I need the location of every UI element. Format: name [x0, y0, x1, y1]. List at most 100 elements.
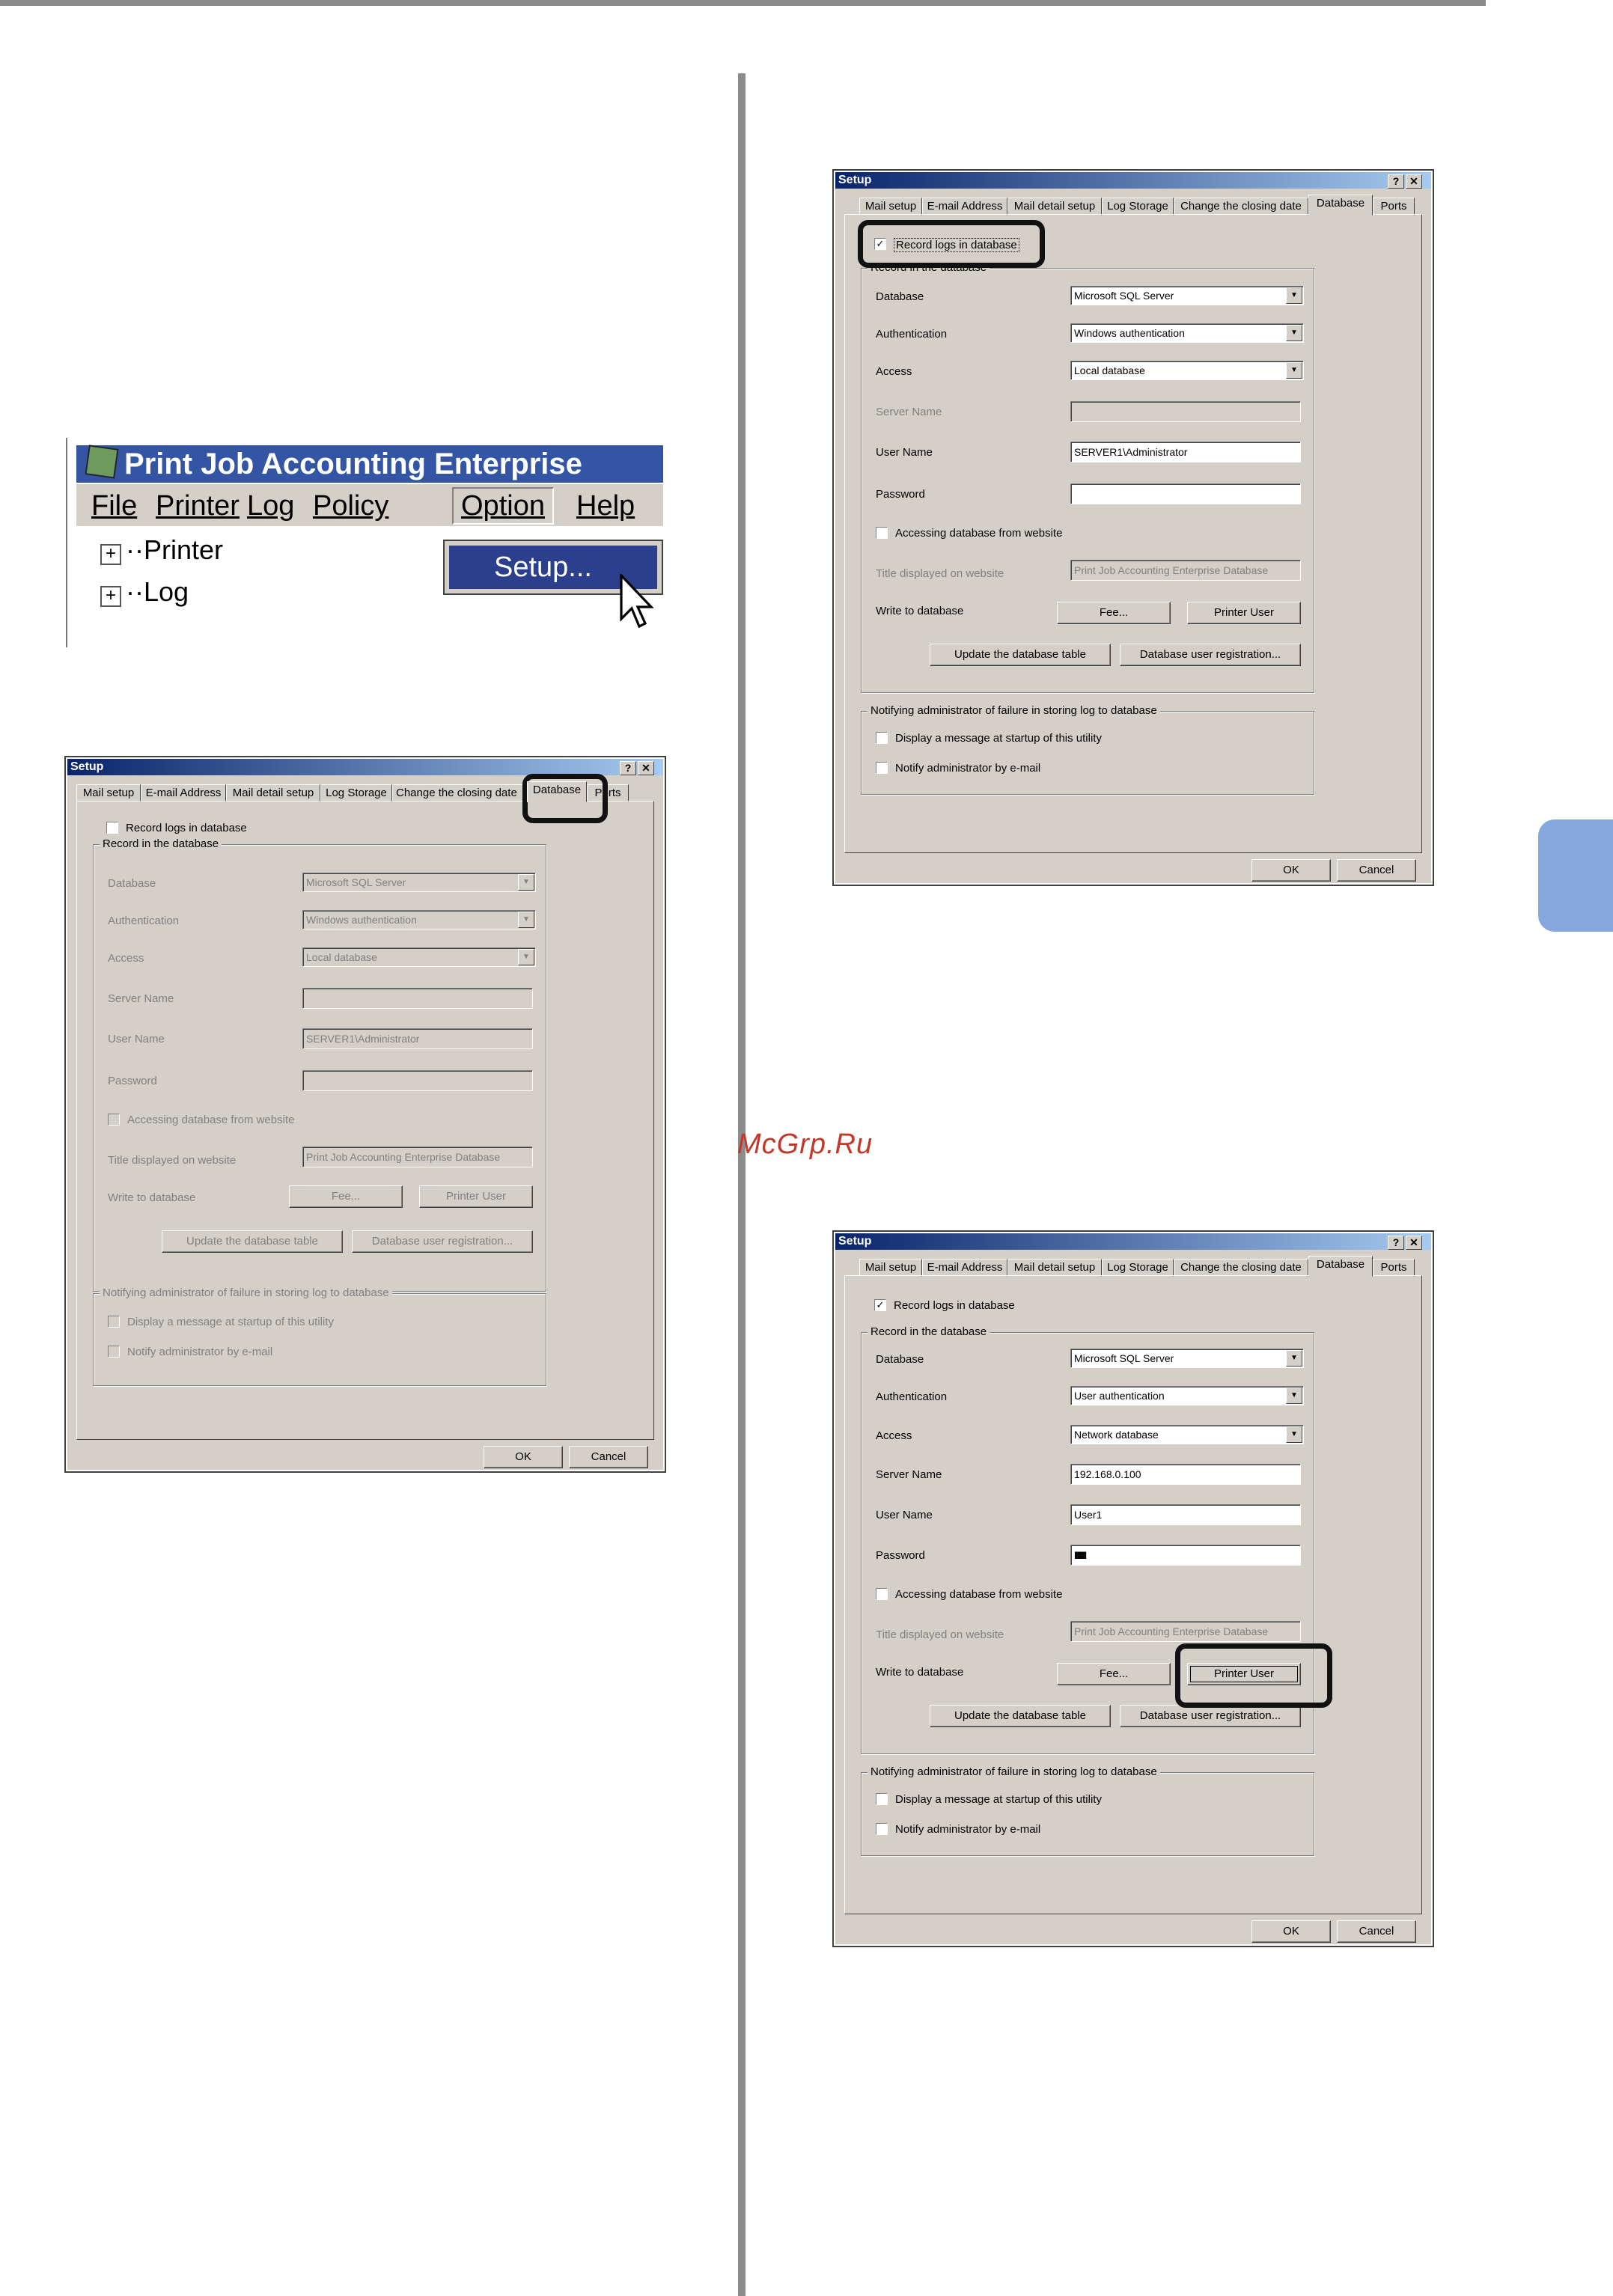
- cancel-button[interactable]: Cancel: [1337, 859, 1416, 882]
- menu-help[interactable]: Help: [576, 490, 635, 522]
- access-select[interactable]: Network database ▼: [1070, 1425, 1304, 1444]
- access-select[interactable]: Local database ▼: [1070, 361, 1304, 380]
- tab-closing-date[interactable]: Change the closing date: [1174, 1259, 1308, 1277]
- authentication-select[interactable]: Windows authentication ▼: [302, 910, 536, 929]
- user-name-field[interactable]: SERVER1\Administrator: [1070, 442, 1301, 462]
- help-icon[interactable]: ?: [620, 761, 636, 775]
- fee-button[interactable]: Fee...: [1057, 1663, 1171, 1685]
- expand-icon[interactable]: +: [100, 544, 121, 565]
- access-select[interactable]: Local database ▼: [302, 947, 536, 967]
- tab-log-storage[interactable]: Log Storage: [1102, 198, 1174, 216]
- notify-email-checkbox[interactable]: [876, 762, 888, 774]
- database-select[interactable]: Microsoft SQL Server ▼: [302, 873, 536, 892]
- tab-database[interactable]: Database: [1308, 195, 1373, 216]
- record-logs-label: Record logs in database: [894, 1299, 1015, 1312]
- user-name-field[interactable]: User1: [1070, 1504, 1301, 1525]
- chevron-down-icon[interactable]: ▼: [1286, 362, 1302, 379]
- cancel-button[interactable]: Cancel: [1337, 1920, 1416, 1943]
- notify-email-checkbox[interactable]: [108, 1346, 120, 1358]
- cancel-button[interactable]: Cancel: [569, 1446, 648, 1468]
- chevron-down-icon[interactable]: ▼: [518, 949, 534, 965]
- website-access-checkbox[interactable]: [876, 527, 888, 539]
- website-title-field[interactable]: Print Job Accounting Enterprise Database: [302, 1147, 533, 1167]
- expand-icon[interactable]: +: [100, 586, 121, 607]
- close-icon[interactable]: ✕: [1406, 174, 1422, 189]
- tab-mail-detail[interactable]: Mail detail setup: [1007, 1259, 1102, 1277]
- tab-closing-date[interactable]: Change the closing date: [392, 784, 525, 802]
- tab-mail-detail[interactable]: Mail detail setup: [226, 784, 320, 802]
- chevron-down-icon[interactable]: ▼: [1286, 1426, 1302, 1443]
- write-database-label: Write to database: [876, 1666, 964, 1679]
- tab-ports[interactable]: Ports: [1373, 198, 1415, 216]
- help-icon[interactable]: ?: [1388, 1236, 1404, 1250]
- db-user-registration-button[interactable]: Database user registration...: [1120, 644, 1301, 666]
- authentication-label: Authentication: [876, 328, 948, 341]
- record-logs-checkbox[interactable]: ✓: [874, 1299, 886, 1311]
- display-message-checkbox[interactable]: [108, 1316, 120, 1328]
- printer-user-button[interactable]: Printer User: [1187, 602, 1301, 624]
- password-field[interactable]: IIIIIIII: [1070, 1545, 1301, 1566]
- tab-database[interactable]: Database: [1308, 1256, 1373, 1277]
- fee-button[interactable]: Fee...: [1057, 602, 1171, 624]
- tab-ports[interactable]: Ports: [1373, 1259, 1415, 1277]
- tree-item-printer[interactable]: + ··Printer: [100, 535, 223, 565]
- tree-item-log[interactable]: + ··Log: [100, 577, 189, 607]
- chevron-down-icon[interactable]: ▼: [1286, 1387, 1302, 1404]
- db-user-registration-button[interactable]: Database user registration...: [1120, 1705, 1301, 1727]
- website-access-checkbox[interactable]: [108, 1114, 120, 1126]
- tab-database[interactable]: Database: [527, 781, 587, 802]
- menu-policy[interactable]: Policy: [313, 490, 388, 522]
- printer-user-button[interactable]: Printer User: [419, 1185, 533, 1208]
- chevron-down-icon[interactable]: ▼: [1286, 1350, 1302, 1367]
- help-icon[interactable]: ?: [1388, 174, 1404, 189]
- tab-email-address[interactable]: E-mail Address: [922, 198, 1007, 216]
- website-title-field[interactable]: Print Job Accounting Enterprise Database: [1070, 560, 1301, 581]
- database-select[interactable]: Microsoft SQL Server ▼: [1070, 1349, 1304, 1368]
- menu-printer[interactable]: Printer: [156, 490, 240, 522]
- menu-option[interactable]: Option: [452, 487, 554, 525]
- password-field[interactable]: [1070, 483, 1301, 504]
- tab-mail-setup[interactable]: Mail setup: [76, 784, 141, 802]
- website-access-checkbox[interactable]: [876, 1588, 888, 1600]
- password-field[interactable]: [302, 1070, 533, 1091]
- ok-button[interactable]: OK: [1251, 859, 1331, 882]
- db-user-registration-button[interactable]: Database user registration...: [352, 1230, 533, 1253]
- server-name-field[interactable]: [302, 988, 533, 1009]
- tab-log-storage[interactable]: Log Storage: [1102, 1259, 1174, 1277]
- display-message-checkbox[interactable]: [876, 1793, 888, 1805]
- tab-email-address[interactable]: E-mail Address: [922, 1259, 1007, 1277]
- tab-mail-setup[interactable]: Mail setup: [859, 198, 922, 216]
- password-label: Password: [108, 1075, 157, 1087]
- update-table-button[interactable]: Update the database table: [162, 1230, 343, 1253]
- authentication-select[interactable]: User authentication ▼: [1070, 1386, 1304, 1405]
- chevron-down-icon[interactable]: ▼: [1286, 287, 1302, 304]
- tab-email-address[interactable]: E-mail Address: [141, 784, 226, 802]
- menu-log[interactable]: Log: [247, 490, 294, 522]
- fee-button[interactable]: Fee...: [289, 1185, 403, 1208]
- notify-email-checkbox[interactable]: [876, 1823, 888, 1835]
- chevron-down-icon[interactable]: ▼: [518, 912, 534, 928]
- record-logs-checkbox[interactable]: [106, 822, 118, 834]
- database-select[interactable]: Microsoft SQL Server ▼: [1070, 286, 1304, 305]
- ok-button[interactable]: OK: [1251, 1920, 1331, 1943]
- close-icon[interactable]: ✕: [1406, 1236, 1422, 1250]
- tab-mail-setup[interactable]: Mail setup: [859, 1259, 922, 1277]
- chevron-down-icon[interactable]: ▼: [518, 874, 534, 891]
- website-title-field[interactable]: Print Job Accounting Enterprise Database: [1070, 1621, 1301, 1642]
- display-message-checkbox[interactable]: [876, 732, 888, 744]
- authentication-select[interactable]: Windows authentication ▼: [1070, 323, 1304, 343]
- chevron-down-icon[interactable]: ▼: [1286, 325, 1302, 341]
- ok-button[interactable]: OK: [484, 1446, 563, 1468]
- update-table-button[interactable]: Update the database table: [930, 1705, 1111, 1727]
- menu-file[interactable]: File: [91, 490, 137, 522]
- column-divider: [738, 73, 745, 2296]
- update-table-button[interactable]: Update the database table: [930, 644, 1111, 666]
- user-name-field[interactable]: SERVER1\Administrator: [302, 1028, 533, 1049]
- tab-mail-detail[interactable]: Mail detail setup: [1007, 198, 1102, 216]
- tab-closing-date[interactable]: Change the closing date: [1174, 198, 1308, 216]
- server-name-field[interactable]: [1070, 401, 1301, 422]
- tab-log-storage[interactable]: Log Storage: [320, 784, 392, 802]
- server-name-field[interactable]: 192.168.0.100: [1070, 1464, 1301, 1485]
- notify-email-label: Notify administrator by e-mail: [127, 1346, 273, 1358]
- close-icon[interactable]: ✕: [638, 761, 654, 775]
